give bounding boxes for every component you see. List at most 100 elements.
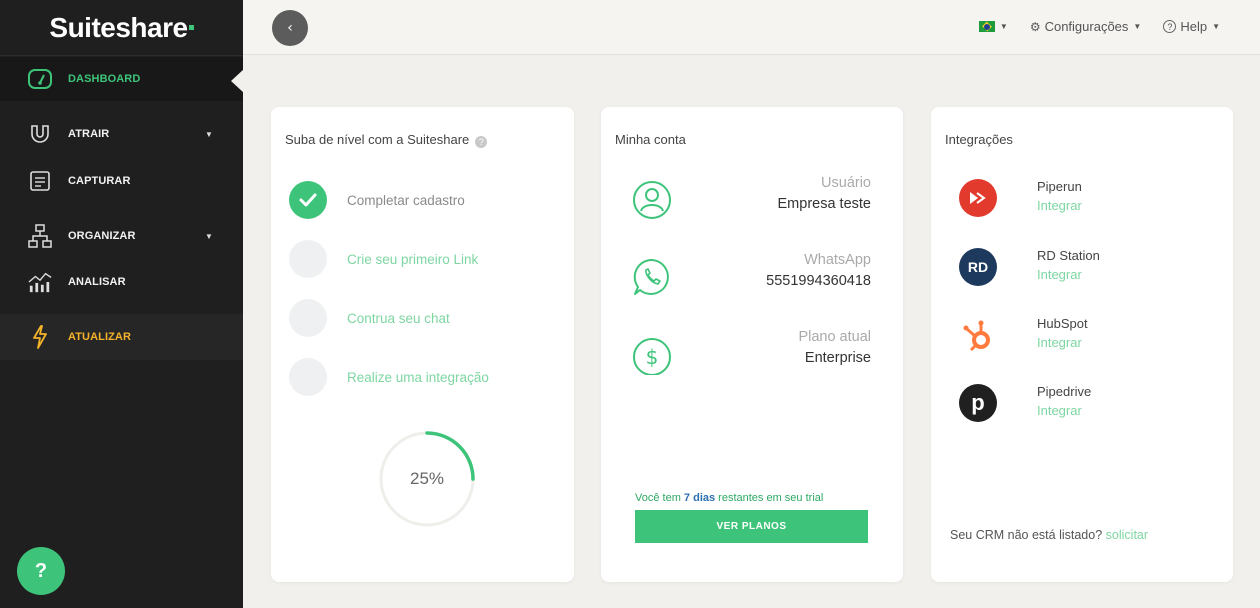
sidebar-item-atualizar[interactable]: ATUALIZAR: [0, 314, 243, 360]
integration-name: HubSpot: [1037, 316, 1088, 331]
brand-name: Suiteshare: [49, 11, 188, 43]
help-dropdown[interactable]: ? Help ▼: [1163, 19, 1220, 34]
sidebar-item-atrair[interactable]: ATRAIR ▼: [0, 116, 243, 152]
collapse-sidebar-button[interactable]: ‹: [272, 10, 308, 46]
help-fab-label: ?: [34, 559, 48, 582]
integrations-card: Integrações Piperun Integrar RD RD Stati…: [931, 107, 1233, 582]
brand-logo[interactable]: Suiteshare: [0, 0, 243, 56]
integrate-link[interactable]: Integrar: [1037, 198, 1082, 213]
settings-dropdown[interactable]: ⚙ Configurações ▼: [1030, 19, 1142, 34]
trial-days: 7 dias: [683, 492, 716, 504]
trial-notice: Você tem 7 dias restantes em seu trial: [635, 492, 823, 504]
progress-percent: 25%: [409, 469, 445, 488]
user-value: Empresa teste: [777, 196, 872, 212]
chevron-down-icon: ▼: [204, 129, 213, 139]
integration-name: Piperun: [1037, 179, 1082, 194]
lightning-icon: [28, 325, 52, 349]
onboarding-step[interactable]: Completar cadastro: [289, 181, 465, 219]
caret-down-icon: ▼: [999, 22, 1008, 31]
onboarding-card: Suba de nível com a Suiteshare? Completa…: [271, 107, 574, 582]
sidebar-item-label: CAPTURAR: [68, 175, 131, 187]
whatsapp-value: 5551994360418: [766, 273, 871, 289]
onboarding-step[interactable]: Realize uma integração: [289, 358, 489, 396]
sidebar-item-label: ATRAIR: [68, 128, 110, 140]
whatsapp-icon: [631, 256, 673, 298]
step-label: Contrua seu chat: [347, 310, 450, 326]
sidebar-item-label: ORGANIZAR: [68, 230, 136, 242]
account-card: Minha conta Usuário Empresa teste WhatsA…: [601, 107, 903, 582]
sidebar-item-label: ANALISAR: [68, 276, 126, 288]
trial-suffix: restantes em seu trial: [715, 492, 824, 504]
info-icon[interactable]: ?: [475, 136, 488, 148]
dollar-circle-icon: $: [631, 333, 673, 376]
account-title: Minha conta: [615, 132, 686, 147]
sidebar-item-label: ATUALIZAR: [68, 331, 132, 343]
integrate-link[interactable]: Integrar: [1037, 335, 1088, 350]
sidebar-item-organizar[interactable]: ORGANIZAR ▼: [0, 218, 243, 254]
crm-request-note: Seu CRM não está listado? solicitar: [950, 528, 1148, 542]
brand-dot: [188, 25, 194, 30]
integration-item-piperun: Piperun Integrar: [959, 179, 1082, 217]
pipedrive-logo-text: p: [971, 390, 985, 415]
view-plans-button[interactable]: VER PLANOS: [635, 510, 868, 543]
magnet-icon: [28, 122, 52, 146]
plan-label: Plano atual: [798, 329, 871, 345]
integrations-title: Integrações: [945, 132, 1013, 147]
capture-form-icon: [28, 169, 52, 193]
org-chart-icon: [28, 224, 52, 248]
integration-item-rd-station: RD RD Station Integrar: [959, 248, 1100, 286]
integration-name: Pipedrive: [1037, 384, 1092, 399]
onboarding-step[interactable]: Crie seu primeiro Link: [289, 240, 478, 278]
integration-name: RD Station: [1037, 248, 1100, 263]
sidebar-item-dashboard[interactable]: DASHBOARD: [0, 57, 244, 101]
step-label: Realize uma integração: [347, 369, 489, 385]
rd-logo-text: RD: [967, 259, 989, 275]
onboarding-step[interactable]: Contrua seu chat: [289, 299, 450, 337]
help-label: Help: [1180, 19, 1208, 34]
crm-note-text: Seu CRM não está listado?: [950, 528, 1103, 542]
hubspot-logo-icon: [959, 316, 997, 354]
help-chat-button[interactable]: ?: [17, 547, 65, 595]
language-dropdown[interactable]: ▼: [978, 21, 1008, 32]
integration-item-pipedrive: p Pipedrive Integrar: [959, 384, 1091, 422]
top-bar: ‹ ▼ ⚙ Configurações ▼ ? Help ▼: [243, 0, 1260, 55]
empty-step-icon: [289, 299, 327, 337]
whatsapp-label: WhatsApp: [804, 252, 871, 268]
dashboard-gauge-icon: [28, 67, 52, 91]
integrate-link[interactable]: Integrar: [1037, 403, 1091, 418]
settings-label: Configurações: [1044, 19, 1129, 34]
sidebar-item-label: DASHBOARD: [68, 73, 141, 85]
onboarding-title: Suba de nível com a Suiteshare?: [285, 132, 488, 148]
account-whatsapp-row: WhatsApp 5551994360418: [631, 252, 871, 302]
analytics-chart-icon: [28, 270, 52, 294]
caret-down-icon: ▼: [1212, 22, 1220, 31]
request-crm-link[interactable]: solicitar: [1106, 528, 1148, 542]
chevron-left-icon: ‹: [287, 20, 293, 36]
integration-item-hubspot: HubSpot Integrar: [959, 316, 1088, 354]
plan-value: Enterprise: [804, 350, 871, 366]
caret-down-icon: ▼: [1133, 22, 1142, 31]
trial-prefix: Você tem: [635, 492, 684, 504]
checkmark-icon: [289, 181, 327, 219]
step-label: Completar cadastro: [347, 192, 465, 208]
brazil-flag-icon: [978, 21, 995, 32]
user-label: Usuário: [821, 175, 871, 191]
piperun-logo-icon: [959, 179, 997, 217]
empty-step-icon: [289, 358, 327, 396]
progress-ring: 25%: [377, 429, 477, 529]
question-circle-icon: ?: [1163, 20, 1177, 33]
top-right-menu: ▼ ⚙ Configurações ▼ ? Help ▼: [957, 19, 1220, 34]
onboarding-title-text: Suba de nível com a Suiteshare: [285, 132, 470, 147]
sidebar: Suiteshare DASHBOARD ATRAIR ▼ CAPTURAR O…: [0, 0, 244, 608]
account-user-row: Usuário Empresa teste: [631, 175, 871, 225]
account-plan-row: $ Plano atual Enterprise: [631, 329, 871, 379]
gear-icon: ⚙: [1029, 19, 1041, 34]
sidebar-item-analisar[interactable]: ANALISAR: [0, 264, 243, 300]
integrate-link[interactable]: Integrar: [1037, 267, 1100, 282]
user-circle-icon: [631, 179, 673, 221]
sidebar-item-capturar[interactable]: CAPTURAR: [0, 163, 243, 199]
rd-station-logo-icon: RD: [959, 248, 997, 286]
chevron-down-icon: ▼: [204, 231, 213, 241]
step-label: Crie seu primeiro Link: [347, 251, 479, 267]
svg-text:$: $: [646, 345, 659, 369]
